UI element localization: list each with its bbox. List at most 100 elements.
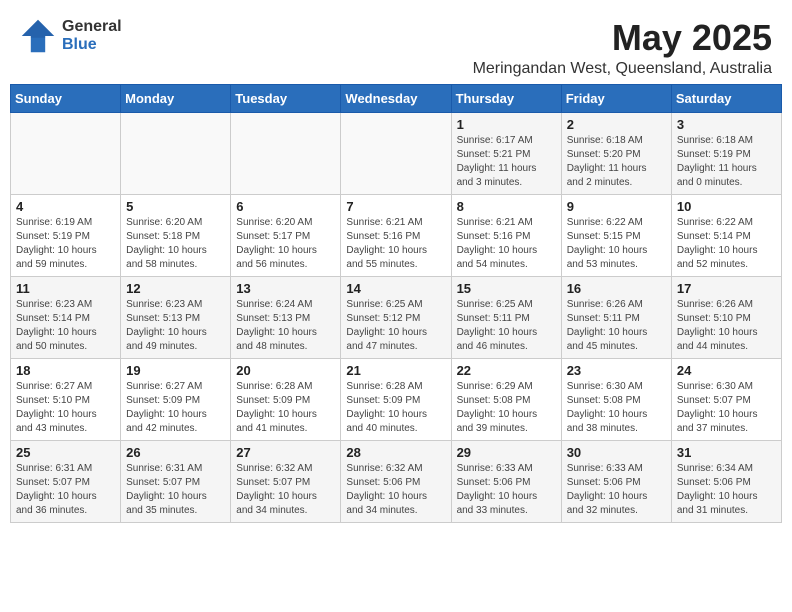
calendar-week-row: 1 Sunrise: 6:17 AM Sunset: 5:21 PM Daylig…	[11, 112, 782, 194]
day-number: 29	[457, 445, 556, 460]
day-number: 23	[567, 363, 666, 378]
day-number: 2	[567, 117, 666, 132]
weekday-header-wednesday: Wednesday	[341, 84, 451, 112]
calendar-day-cell: 29 Sunrise: 6:33 AM Sunset: 5:06 PM Dayli…	[451, 440, 561, 522]
weekday-header-tuesday: Tuesday	[231, 84, 341, 112]
day-info: Sunrise: 6:30 AM Sunset: 5:07 PM Dayligh…	[677, 380, 776, 436]
calendar-table: SundayMondayTuesdayWednesdayThursdayFrid…	[10, 84, 782, 523]
calendar-day-cell: 6 Sunrise: 6:20 AM Sunset: 5:17 PM Daylig…	[231, 194, 341, 276]
calendar-day-cell: 26 Sunrise: 6:31 AM Sunset: 5:07 PM Dayli…	[121, 440, 231, 522]
calendar-day-cell: 17Sunrise: 6:26 AM Sunset: 5:10 PM Dayli…	[671, 276, 781, 358]
day-number: 30	[567, 445, 666, 460]
weekday-header-thursday: Thursday	[451, 84, 561, 112]
day-info: Sunrise: 6:28 AM Sunset: 5:09 PM Dayligh…	[346, 380, 445, 436]
logo-icon	[20, 18, 56, 54]
day-number: 13	[236, 281, 335, 296]
day-info: Sunrise: 6:22 AM Sunset: 5:14 PM Dayligh…	[677, 216, 776, 272]
logo: General Blue	[20, 18, 122, 54]
day-info: Sunrise: 6:27 AM Sunset: 5:09 PM Dayligh…	[126, 380, 225, 436]
day-info: Sunrise: 6:34 AM Sunset: 5:06 PM Dayligh…	[677, 462, 776, 518]
day-info: Sunrise: 6:18 AM Sunset: 5:19 PM Dayligh…	[677, 134, 776, 190]
calendar-day-cell: 15Sunrise: 6:25 AM Sunset: 5:11 PM Dayli…	[451, 276, 561, 358]
calendar-day-cell: 16 Sunrise: 6:26 AM Sunset: 5:11 PM Dayli…	[561, 276, 671, 358]
calendar-header-row: SundayMondayTuesdayWednesdayThursdayFrid…	[11, 84, 782, 112]
calendar-day-cell: 23 Sunrise: 6:30 AM Sunset: 5:08 PM Dayli…	[561, 358, 671, 440]
calendar-day-cell: 1 Sunrise: 6:17 AM Sunset: 5:21 PM Daylig…	[451, 112, 561, 194]
calendar-day-cell: 11 Sunrise: 6:23 AM Sunset: 5:14 PM Dayli…	[11, 276, 121, 358]
day-info: Sunrise: 6:24 AM Sunset: 5:13 PM Dayligh…	[236, 298, 335, 354]
day-number: 1	[457, 117, 556, 132]
calendar-day-cell	[121, 112, 231, 194]
day-info: Sunrise: 6:23 AM Sunset: 5:13 PM Dayligh…	[126, 298, 225, 354]
day-number: 10	[677, 199, 776, 214]
calendar-day-cell: 21Sunrise: 6:28 AM Sunset: 5:09 PM Dayli…	[341, 358, 451, 440]
day-number: 28	[346, 445, 445, 460]
day-number: 9	[567, 199, 666, 214]
day-number: 12	[126, 281, 225, 296]
calendar-day-cell: 31 Sunrise: 6:34 AM Sunset: 5:06 PM Dayli…	[671, 440, 781, 522]
day-number: 14	[346, 281, 445, 296]
page-header: General Blue May 2025 Meringandan West, …	[10, 10, 782, 78]
calendar-day-cell	[231, 112, 341, 194]
day-number: 19	[126, 363, 225, 378]
day-number: 8	[457, 199, 556, 214]
day-info: Sunrise: 6:20 AM Sunset: 5:18 PM Dayligh…	[126, 216, 225, 272]
day-info: Sunrise: 6:30 AM Sunset: 5:08 PM Dayligh…	[567, 380, 666, 436]
calendar-day-cell: 10 Sunrise: 6:22 AM Sunset: 5:14 PM Dayli…	[671, 194, 781, 276]
calendar-day-cell: 30 Sunrise: 6:33 AM Sunset: 5:06 PM Dayli…	[561, 440, 671, 522]
day-number: 16	[567, 281, 666, 296]
day-info: Sunrise: 6:33 AM Sunset: 5:06 PM Dayligh…	[457, 462, 556, 518]
day-number: 7	[346, 199, 445, 214]
day-number: 11	[16, 281, 115, 296]
calendar-week-row: 25 Sunrise: 6:31 AM Sunset: 5:07 PM Dayli…	[11, 440, 782, 522]
day-number: 3	[677, 117, 776, 132]
day-info: Sunrise: 6:17 AM Sunset: 5:21 PM Dayligh…	[457, 134, 556, 190]
day-number: 20	[236, 363, 335, 378]
day-info: Sunrise: 6:23 AM Sunset: 5:14 PM Dayligh…	[16, 298, 115, 354]
calendar-day-cell	[11, 112, 121, 194]
calendar-week-row: 4Sunrise: 6:19 AM Sunset: 5:19 PM Daylig…	[11, 194, 782, 276]
day-info: Sunrise: 6:29 AM Sunset: 5:08 PM Dayligh…	[457, 380, 556, 436]
calendar-day-cell	[341, 112, 451, 194]
calendar-day-cell: 25 Sunrise: 6:31 AM Sunset: 5:07 PM Dayli…	[11, 440, 121, 522]
day-info: Sunrise: 6:33 AM Sunset: 5:06 PM Dayligh…	[567, 462, 666, 518]
day-info: Sunrise: 6:25 AM Sunset: 5:12 PM Dayligh…	[346, 298, 445, 354]
weekday-header-friday: Friday	[561, 84, 671, 112]
day-number: 4	[16, 199, 115, 214]
weekday-header-monday: Monday	[121, 84, 231, 112]
day-number: 26	[126, 445, 225, 460]
calendar-day-cell: 2Sunrise: 6:18 AM Sunset: 5:20 PM Daylig…	[561, 112, 671, 194]
day-number: 25	[16, 445, 115, 460]
calendar-day-cell: 19 Sunrise: 6:27 AM Sunset: 5:09 PM Dayli…	[121, 358, 231, 440]
calendar-day-cell: 8Sunrise: 6:21 AM Sunset: 5:16 PM Daylig…	[451, 194, 561, 276]
calendar-day-cell: 12 Sunrise: 6:23 AM Sunset: 5:13 PM Dayli…	[121, 276, 231, 358]
day-number: 6	[236, 199, 335, 214]
calendar-day-cell: 3 Sunrise: 6:18 AM Sunset: 5:19 PM Daylig…	[671, 112, 781, 194]
logo-general-text: General	[62, 18, 122, 36]
day-info: Sunrise: 6:32 AM Sunset: 5:07 PM Dayligh…	[236, 462, 335, 518]
calendar-day-cell: 13 Sunrise: 6:24 AM Sunset: 5:13 PM Dayli…	[231, 276, 341, 358]
calendar-day-cell: 9 Sunrise: 6:22 AM Sunset: 5:15 PM Daylig…	[561, 194, 671, 276]
day-info: Sunrise: 6:25 AM Sunset: 5:11 PM Dayligh…	[457, 298, 556, 354]
calendar-day-cell: 22 Sunrise: 6:29 AM Sunset: 5:08 PM Dayli…	[451, 358, 561, 440]
calendar-day-cell: 24Sunrise: 6:30 AM Sunset: 5:07 PM Dayli…	[671, 358, 781, 440]
day-info: Sunrise: 6:32 AM Sunset: 5:06 PM Dayligh…	[346, 462, 445, 518]
weekday-header-sunday: Sunday	[11, 84, 121, 112]
calendar-day-cell: 20Sunrise: 6:28 AM Sunset: 5:09 PM Dayli…	[231, 358, 341, 440]
day-info: Sunrise: 6:22 AM Sunset: 5:15 PM Dayligh…	[567, 216, 666, 272]
day-number: 18	[16, 363, 115, 378]
day-info: Sunrise: 6:27 AM Sunset: 5:10 PM Dayligh…	[16, 380, 115, 436]
day-number: 22	[457, 363, 556, 378]
day-info: Sunrise: 6:31 AM Sunset: 5:07 PM Dayligh…	[16, 462, 115, 518]
calendar-day-cell: 18 Sunrise: 6:27 AM Sunset: 5:10 PM Dayli…	[11, 358, 121, 440]
day-info: Sunrise: 6:31 AM Sunset: 5:07 PM Dayligh…	[126, 462, 225, 518]
title-section: May 2025 Meringandan West, Queensland, A…	[473, 18, 772, 78]
day-info: Sunrise: 6:20 AM Sunset: 5:17 PM Dayligh…	[236, 216, 335, 272]
day-info: Sunrise: 6:26 AM Sunset: 5:11 PM Dayligh…	[567, 298, 666, 354]
location-subtitle: Meringandan West, Queensland, Australia	[473, 60, 772, 78]
calendar-day-cell: 28 Sunrise: 6:32 AM Sunset: 5:06 PM Dayli…	[341, 440, 451, 522]
day-info: Sunrise: 6:26 AM Sunset: 5:10 PM Dayligh…	[677, 298, 776, 354]
calendar-day-cell: 14 Sunrise: 6:25 AM Sunset: 5:12 PM Dayli…	[341, 276, 451, 358]
weekday-header-saturday: Saturday	[671, 84, 781, 112]
day-number: 31	[677, 445, 776, 460]
